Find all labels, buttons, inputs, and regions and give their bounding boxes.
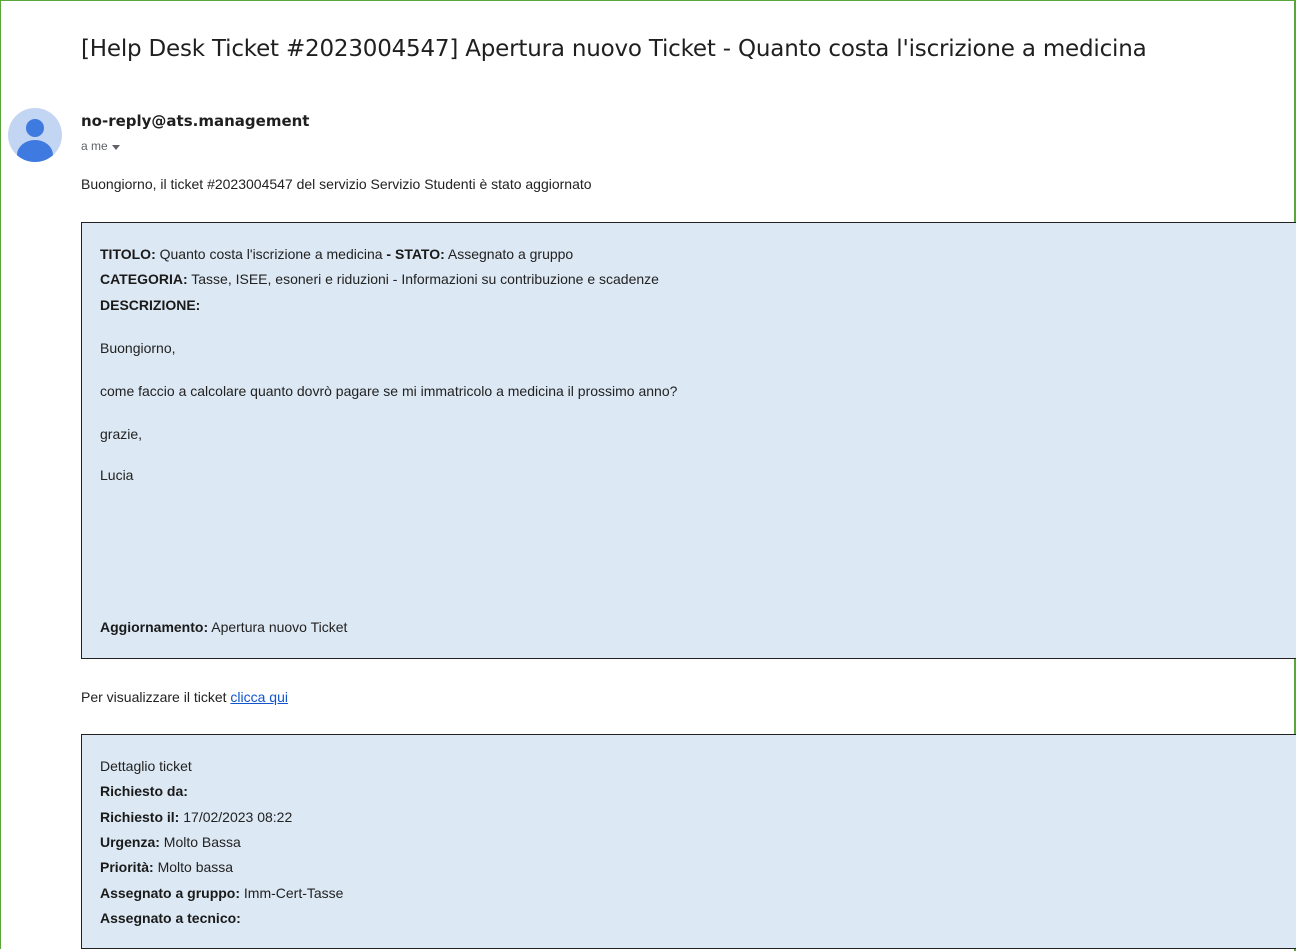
description-line: Buongiorno, (100, 340, 176, 356)
description-line: Lucia (100, 467, 134, 483)
stato-label: STATO: (394, 246, 445, 262)
chevron-down-icon[interactable] (111, 144, 120, 150)
aggiornamento-line: Aggiornamento: Apertura nuovo Ticket (100, 619, 347, 635)
urgenza-line: Urgenza: Molto Bassa (100, 834, 241, 850)
descrizione-label: DESCRIZIONE: (100, 297, 200, 313)
stato-value: Assegnato a gruppo (447, 246, 574, 262)
gruppo-label: Assegnato a gruppo: (100, 885, 241, 901)
richiesto-il-label: Richiesto il: (100, 809, 180, 825)
titolo-label: TITOLO: (100, 246, 156, 262)
email-intro: Buongiorno, il ticket #2023004547 del se… (81, 176, 592, 192)
gruppo-line: Assegnato a gruppo: Imm-Cert-Tasse (100, 885, 343, 901)
avatar[interactable] (8, 108, 62, 162)
richiesto-il-line: Richiesto il: 17/02/2023 08:22 (100, 809, 292, 825)
priorita-value: Molto bassa (157, 859, 234, 875)
descrizione-label-text: DESCRIZIONE: (100, 297, 201, 313)
urgenza-label: Urgenza: (100, 834, 160, 850)
view-ticket-line: Per visualizzare il ticket clicca qui (81, 689, 288, 705)
email-subject: [Help Desk Ticket #2023004547] Apertura … (81, 36, 1147, 62)
avatar-head-icon (26, 119, 44, 137)
recipient-label: a me (81, 139, 108, 153)
recipient-details-toggle[interactable]: a me (81, 139, 120, 153)
description-line: come faccio a calcolare quanto dovrò pag… (100, 383, 678, 399)
ticket-summary-box: TITOLO: Quanto costa l'iscrizione a medi… (81, 222, 1296, 659)
priorita-label: Priorità: (100, 859, 154, 875)
ticket-category-line: CATEGORIA: Tasse, ISEE, esoneri e riduzi… (100, 271, 659, 287)
priorita-line: Priorità: Molto bassa (100, 859, 233, 875)
aggiornamento-value: Apertura nuovo Ticket (211, 619, 348, 635)
details-heading: Dettaglio ticket (100, 758, 192, 774)
tecnico-line: Assegnato a tecnico: (100, 910, 241, 926)
view-ticket-link[interactable]: clicca qui (230, 689, 288, 705)
description-line: grazie, (100, 426, 143, 442)
richiesto-da-label: Richiesto da: (100, 783, 188, 799)
richiesto-da-line: Richiesto da: (100, 783, 188, 799)
gruppo-value: Imm-Cert-Tasse (243, 885, 344, 901)
view-ticket-text: Per visualizzare il ticket (81, 689, 227, 705)
sender-address[interactable]: no-reply@ats.management (81, 112, 309, 130)
ticket-title-line: TITOLO: Quanto costa l'iscrizione a medi… (100, 246, 573, 262)
avatar-body-icon (17, 140, 53, 162)
categoria-label: CATEGORIA: (100, 271, 188, 287)
tecnico-label: Assegnato a tecnico: (100, 910, 241, 926)
titolo-value: Quanto costa l'iscrizione a medicina (159, 246, 383, 262)
aggiornamento-label: Aggiornamento: (100, 619, 209, 635)
richiesto-il-value: 17/02/2023 08:22 (183, 809, 293, 825)
urgenza-value: Molto Bassa (163, 834, 241, 850)
separator: - (386, 246, 392, 262)
ticket-details-box: Dettaglio ticket Richiesto da: Richiesto… (81, 734, 1296, 949)
categoria-value: Tasse, ISEE, esoneri e riduzioni - Infor… (191, 271, 659, 287)
